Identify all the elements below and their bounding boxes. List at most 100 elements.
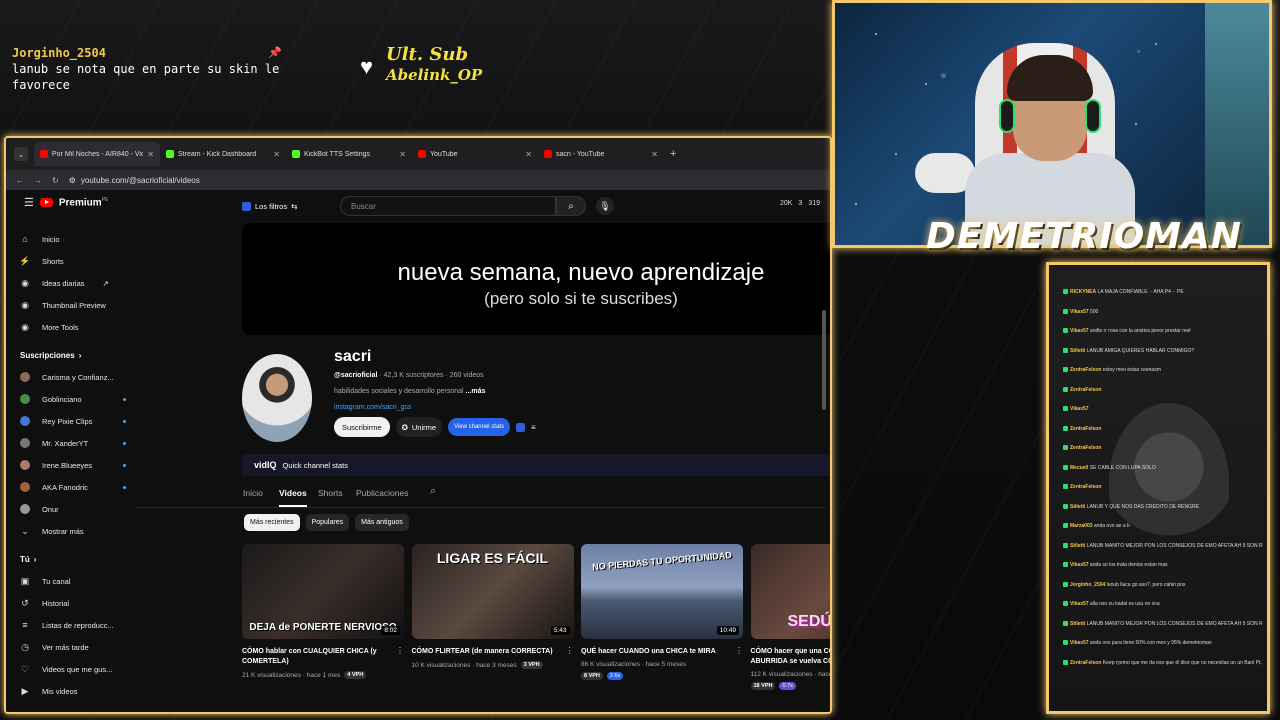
sidebar-item[interactable]: ◉ More Tools	[20, 316, 138, 338]
streamer-name: DEMETRIOMAN	[926, 216, 1242, 257]
video-thumbnail[interactable]: NO PIERDAS TU OPORTUNIDAD 10:49	[581, 544, 743, 639]
sidebar: ⌂ Inicio ⚡ Shorts ◉ Ideas diarias ↗ ◉ Thumbnail …	[19, 228, 138, 702]
show-more-button[interactable]: ⌄ Mostrar más	[20, 520, 138, 542]
filter-badge-icon	[242, 201, 251, 211]
tab-inicio[interactable]: Inicio	[243, 488, 263, 498]
tab-videos[interactable]: Videos	[279, 488, 307, 507]
subscription-item[interactable]: Goblinciano	[20, 388, 138, 410]
video-title[interactable]: QUÉ hacer CUANDO una CHICA te MIRA	[581, 647, 743, 657]
you-item[interactable]: ▣ Tu canal	[20, 570, 138, 592]
overlay-chat-user: Jorginho_2504	[12, 46, 106, 60]
avatar	[20, 416, 30, 426]
join-button[interactable]: ✪ Unirme	[395, 417, 443, 437]
chip-recientes[interactable]: Más recientes	[244, 514, 300, 531]
scrollbar[interactable]	[822, 310, 826, 410]
video-card[interactable]: LIGAR ES FÁCIL 5:43 CÓMO FLIRTEAR (de mane…	[411, 544, 574, 669]
new-content-dot	[123, 485, 126, 489]
subscription-item[interactable]: Carisma y Confianz...	[20, 366, 138, 388]
menu-icon[interactable]: ☰	[24, 196, 34, 209]
close-icon[interactable]: ✕	[273, 150, 280, 159]
more-options-icon[interactable]: ⋮	[396, 646, 404, 655]
you-item[interactable]: ▶ Mis videos	[20, 680, 138, 702]
site-info-icon[interactable]: ⚙	[69, 176, 76, 185]
video-card[interactable]: DEJA de PONERTE NERVIOSO 8:02 CÓMO hablar …	[242, 544, 404, 679]
browser-tab[interactable]: Por Mil Noches - AIR840 - Vid ✕	[34, 142, 160, 166]
video-title[interactable]: CÓMO hacer que una CONVERSACIÓN ABURRIDA…	[751, 647, 831, 667]
channel-description[interactable]: habilidades sociales y desarrollo person…	[334, 388, 734, 395]
chip-antiguos[interactable]: Más antiguos	[355, 514, 409, 531]
sidebar-item[interactable]: ⚡ Shorts	[19, 250, 138, 272]
filters-button[interactable]: Los filtros ⇆	[236, 196, 303, 216]
vidiq-bar[interactable]: vidIQ Quick channel stats ⌄	[242, 454, 830, 476]
vidiq-badge-icon[interactable]	[515, 422, 525, 432]
new-content-dot	[123, 419, 126, 423]
avatar	[20, 372, 30, 382]
video-thumbnail[interactable]: LIGAR ES FÁCIL 5:43	[411, 544, 574, 639]
subscription-item[interactable]: Rey Pixie Clips	[20, 410, 138, 432]
browser-tab[interactable]: YouTube ✕	[412, 142, 538, 166]
more-options-icon[interactable]: ⋮	[735, 646, 743, 655]
you-item[interactable]: ♡ Videos que me gus...	[20, 658, 138, 680]
url-text[interactable]: youtube.com/@sacrioficial/videos	[81, 176, 200, 185]
video-card[interactable]: NO PIERDAS TU OPORTUNIDAD 10:49 QUÉ hacer …	[581, 544, 743, 680]
list-icon[interactable]: ≡	[531, 423, 536, 432]
chat-username: Vikax57	[1070, 601, 1089, 607]
you-item[interactable]: ↺ Historial	[20, 592, 138, 614]
sidebar-item-label: Ideas diarias	[42, 278, 85, 288]
chip-populares[interactable]: Populares	[305, 514, 350, 531]
sidebar-item-label: More Tools	[42, 322, 79, 332]
tab-shorts[interactable]: Shorts	[318, 488, 343, 498]
subscribe-button[interactable]: Suscribirme	[334, 417, 390, 437]
close-icon[interactable]: ✕	[147, 150, 154, 159]
you-header[interactable]: Tú ›	[20, 548, 138, 570]
youtube-logo-icon[interactable]	[39, 198, 53, 207]
subscription-item[interactable]: Irene.Blueeyes	[20, 454, 138, 476]
subscription-item[interactable]: Mr. XanderYT	[20, 432, 138, 454]
sidebar-item[interactable]: ◉ Thumbnail Preview	[20, 294, 138, 316]
browser-tab[interactable]: Stream - Kick Dashboard ✕	[160, 142, 286, 166]
chat-line: Stiletti LANUB Y QUE NOS DAS CREDITO DE …	[1063, 504, 1263, 511]
you-item[interactable]: ≡ Listas de reproducc...	[20, 614, 138, 636]
chat-message: LANUB MANITO MEJOR PON LOS CONSEJOS DE E…	[1086, 620, 1263, 627]
channel-tabs: Inicio Videos Shorts Publicaciones ⌕	[136, 480, 826, 508]
view-channel-stats-button[interactable]: View channel stats	[448, 418, 510, 436]
close-icon[interactable]: ✕	[651, 150, 658, 159]
subscription-item[interactable]: AKA Fanodric	[20, 476, 138, 498]
close-icon[interactable]: ✕	[525, 150, 532, 159]
new-tab-button[interactable]: +	[670, 148, 676, 160]
browser-tab[interactable]: sacri - YouTube ✕	[538, 142, 664, 166]
reload-icon[interactable]: ↻	[52, 176, 59, 185]
external-link-icon[interactable]: ↗	[103, 279, 109, 288]
chat-line: Mecuell SE CABLE CON LUPA SOLO	[1063, 465, 1263, 472]
forward-icon[interactable]: →	[34, 176, 42, 185]
channel-link[interactable]: instagram.com/sacri_gss	[334, 404, 734, 411]
yt-brand[interactable]: PremiumPE	[59, 197, 108, 208]
search-input[interactable]: Buscar	[340, 196, 556, 216]
video-card[interactable]: SEDÚCELA10:37 CÓMO hacer que una CONVERSA…	[750, 544, 831, 690]
banner-line1: nueva semana, nuevo aprendizaje	[397, 259, 765, 286]
video-thumbnail[interactable]: DEJA de PONERTE NERVIOSO 8:02	[242, 544, 404, 639]
url-box[interactable]: ⚙ youtube.com/@sacrioficial/videos	[69, 176, 200, 185]
webcam-feed	[832, 0, 1272, 248]
tab-search-button[interactable]: ⌄	[14, 147, 28, 161]
badge-icon	[1063, 367, 1068, 373]
more-options-icon[interactable]: ⋮	[566, 646, 574, 655]
channel-avatar[interactable]	[242, 354, 312, 442]
back-icon[interactable]: ←	[16, 176, 24, 185]
subscriptions-header[interactable]: Suscripciones ›	[20, 344, 138, 366]
tab-publicaciones[interactable]: Publicaciones	[356, 488, 408, 498]
mic-icon[interactable]: 🎙	[596, 197, 614, 215]
you-item[interactable]: ◷ Ver más tarde	[20, 636, 138, 658]
video-title[interactable]: CÓMO FLIRTEAR (de manera CORRECTA)	[412, 647, 574, 657]
video-thumbnail[interactable]: SEDÚCELA10:37	[750, 544, 830, 639]
channel-search-icon[interactable]: ⌕	[430, 485, 436, 498]
search-icon[interactable]: ⌕	[556, 196, 586, 216]
browser-tab[interactable]: KickBot TTS Settings ✕	[286, 142, 412, 166]
subscription-item[interactable]: Onur	[20, 498, 138, 520]
close-icon[interactable]: ✕	[399, 150, 406, 159]
sidebar-item[interactable]: ◉ Ideas diarias ↗	[20, 272, 138, 294]
playlist-icon: ≡	[22, 620, 28, 630]
video-title[interactable]: CÓMO hablar con CUALQUIER CHICA (y COMER…	[242, 647, 404, 667]
chat-line: ZentraFelson	[1063, 387, 1263, 394]
sidebar-item[interactable]: ⌂ Inicio	[20, 228, 138, 250]
